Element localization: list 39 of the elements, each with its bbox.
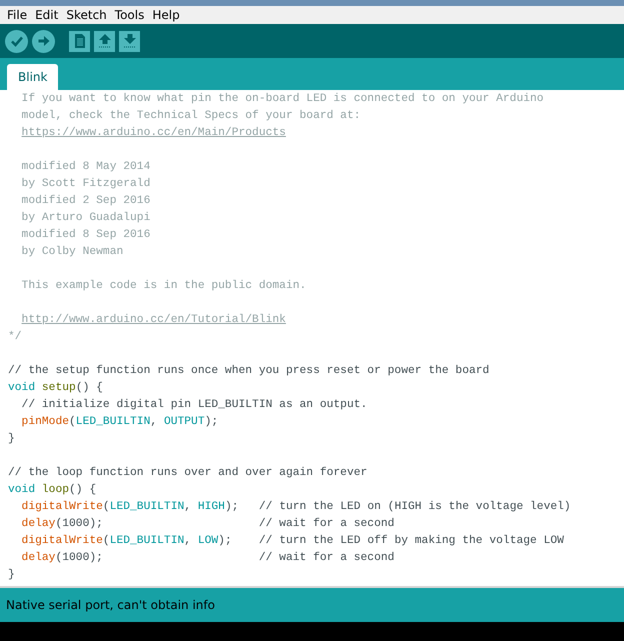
code-line: model, check the Technical Specs of your board at: xyxy=(20,108,362,124)
code-line: */ xyxy=(8,330,23,345)
menu-item[interactable]: Sketch xyxy=(62,8,111,22)
new-button[interactable] xyxy=(69,30,90,52)
menu-item[interactable]: File xyxy=(3,8,32,22)
status-message: Native serial port, can't obtain info xyxy=(6,598,215,612)
code-line: modified 8 Sep 2016 xyxy=(20,228,152,243)
code-line: } xyxy=(8,432,16,447)
check-icon xyxy=(10,34,24,48)
code-line: This example code is in the public domain. xyxy=(20,278,308,294)
upload-button[interactable] xyxy=(32,30,55,52)
code-line: void setup() { xyxy=(8,380,104,396)
code-line: delay(1000); // wait for a second xyxy=(20,516,396,532)
open-button[interactable] xyxy=(94,30,115,52)
code-line: // initialize digital pin LED_BUILTIN as an output. xyxy=(20,398,368,413)
code-line: by Scott Fitzgerald xyxy=(20,176,152,192)
code-line: // the loop function runs over and over again forever xyxy=(8,466,368,481)
document-icon xyxy=(72,33,86,49)
verify-button[interactable] xyxy=(5,30,28,52)
code-line: digitalWrite(LED_BUILTIN, LOW); // turn the LED off by making the voltage LOW xyxy=(20,534,565,549)
code-line: If you want to know what pin the on-board LED is connected to on your Arduino xyxy=(20,92,545,107)
arrow-right-icon xyxy=(36,34,50,48)
code-line: void loop() { xyxy=(8,482,98,498)
menu-item[interactable]: Edit xyxy=(31,8,62,22)
code-line: digitalWrite(LED_BUILTIN, HIGH); // turn the LED on (HIGH is the voltage level) xyxy=(20,500,572,515)
editor-tab[interactable]: Blink xyxy=(7,64,58,90)
arrow-up-icon xyxy=(98,33,112,49)
code-line: } xyxy=(8,568,16,583)
code-line: by Colby Newman xyxy=(20,244,124,260)
code-line: pinMode(LED_BUILTIN, OUTPUT); xyxy=(20,414,220,430)
code-line: delay(1000); // wait for a second xyxy=(20,550,396,566)
code-line: modified 8 May 2014 xyxy=(20,160,152,175)
save-button[interactable] xyxy=(119,30,140,52)
menu-item[interactable]: Help xyxy=(148,8,184,22)
code-line: modified 2 Sep 2016 xyxy=(20,194,152,209)
arrow-down-icon xyxy=(122,33,136,49)
menu-item[interactable]: Tools xyxy=(110,8,148,22)
code-line: by Arturo Guadalupi xyxy=(20,210,152,226)
code-line: // the setup function runs once when you press reset or power the board xyxy=(8,364,490,379)
